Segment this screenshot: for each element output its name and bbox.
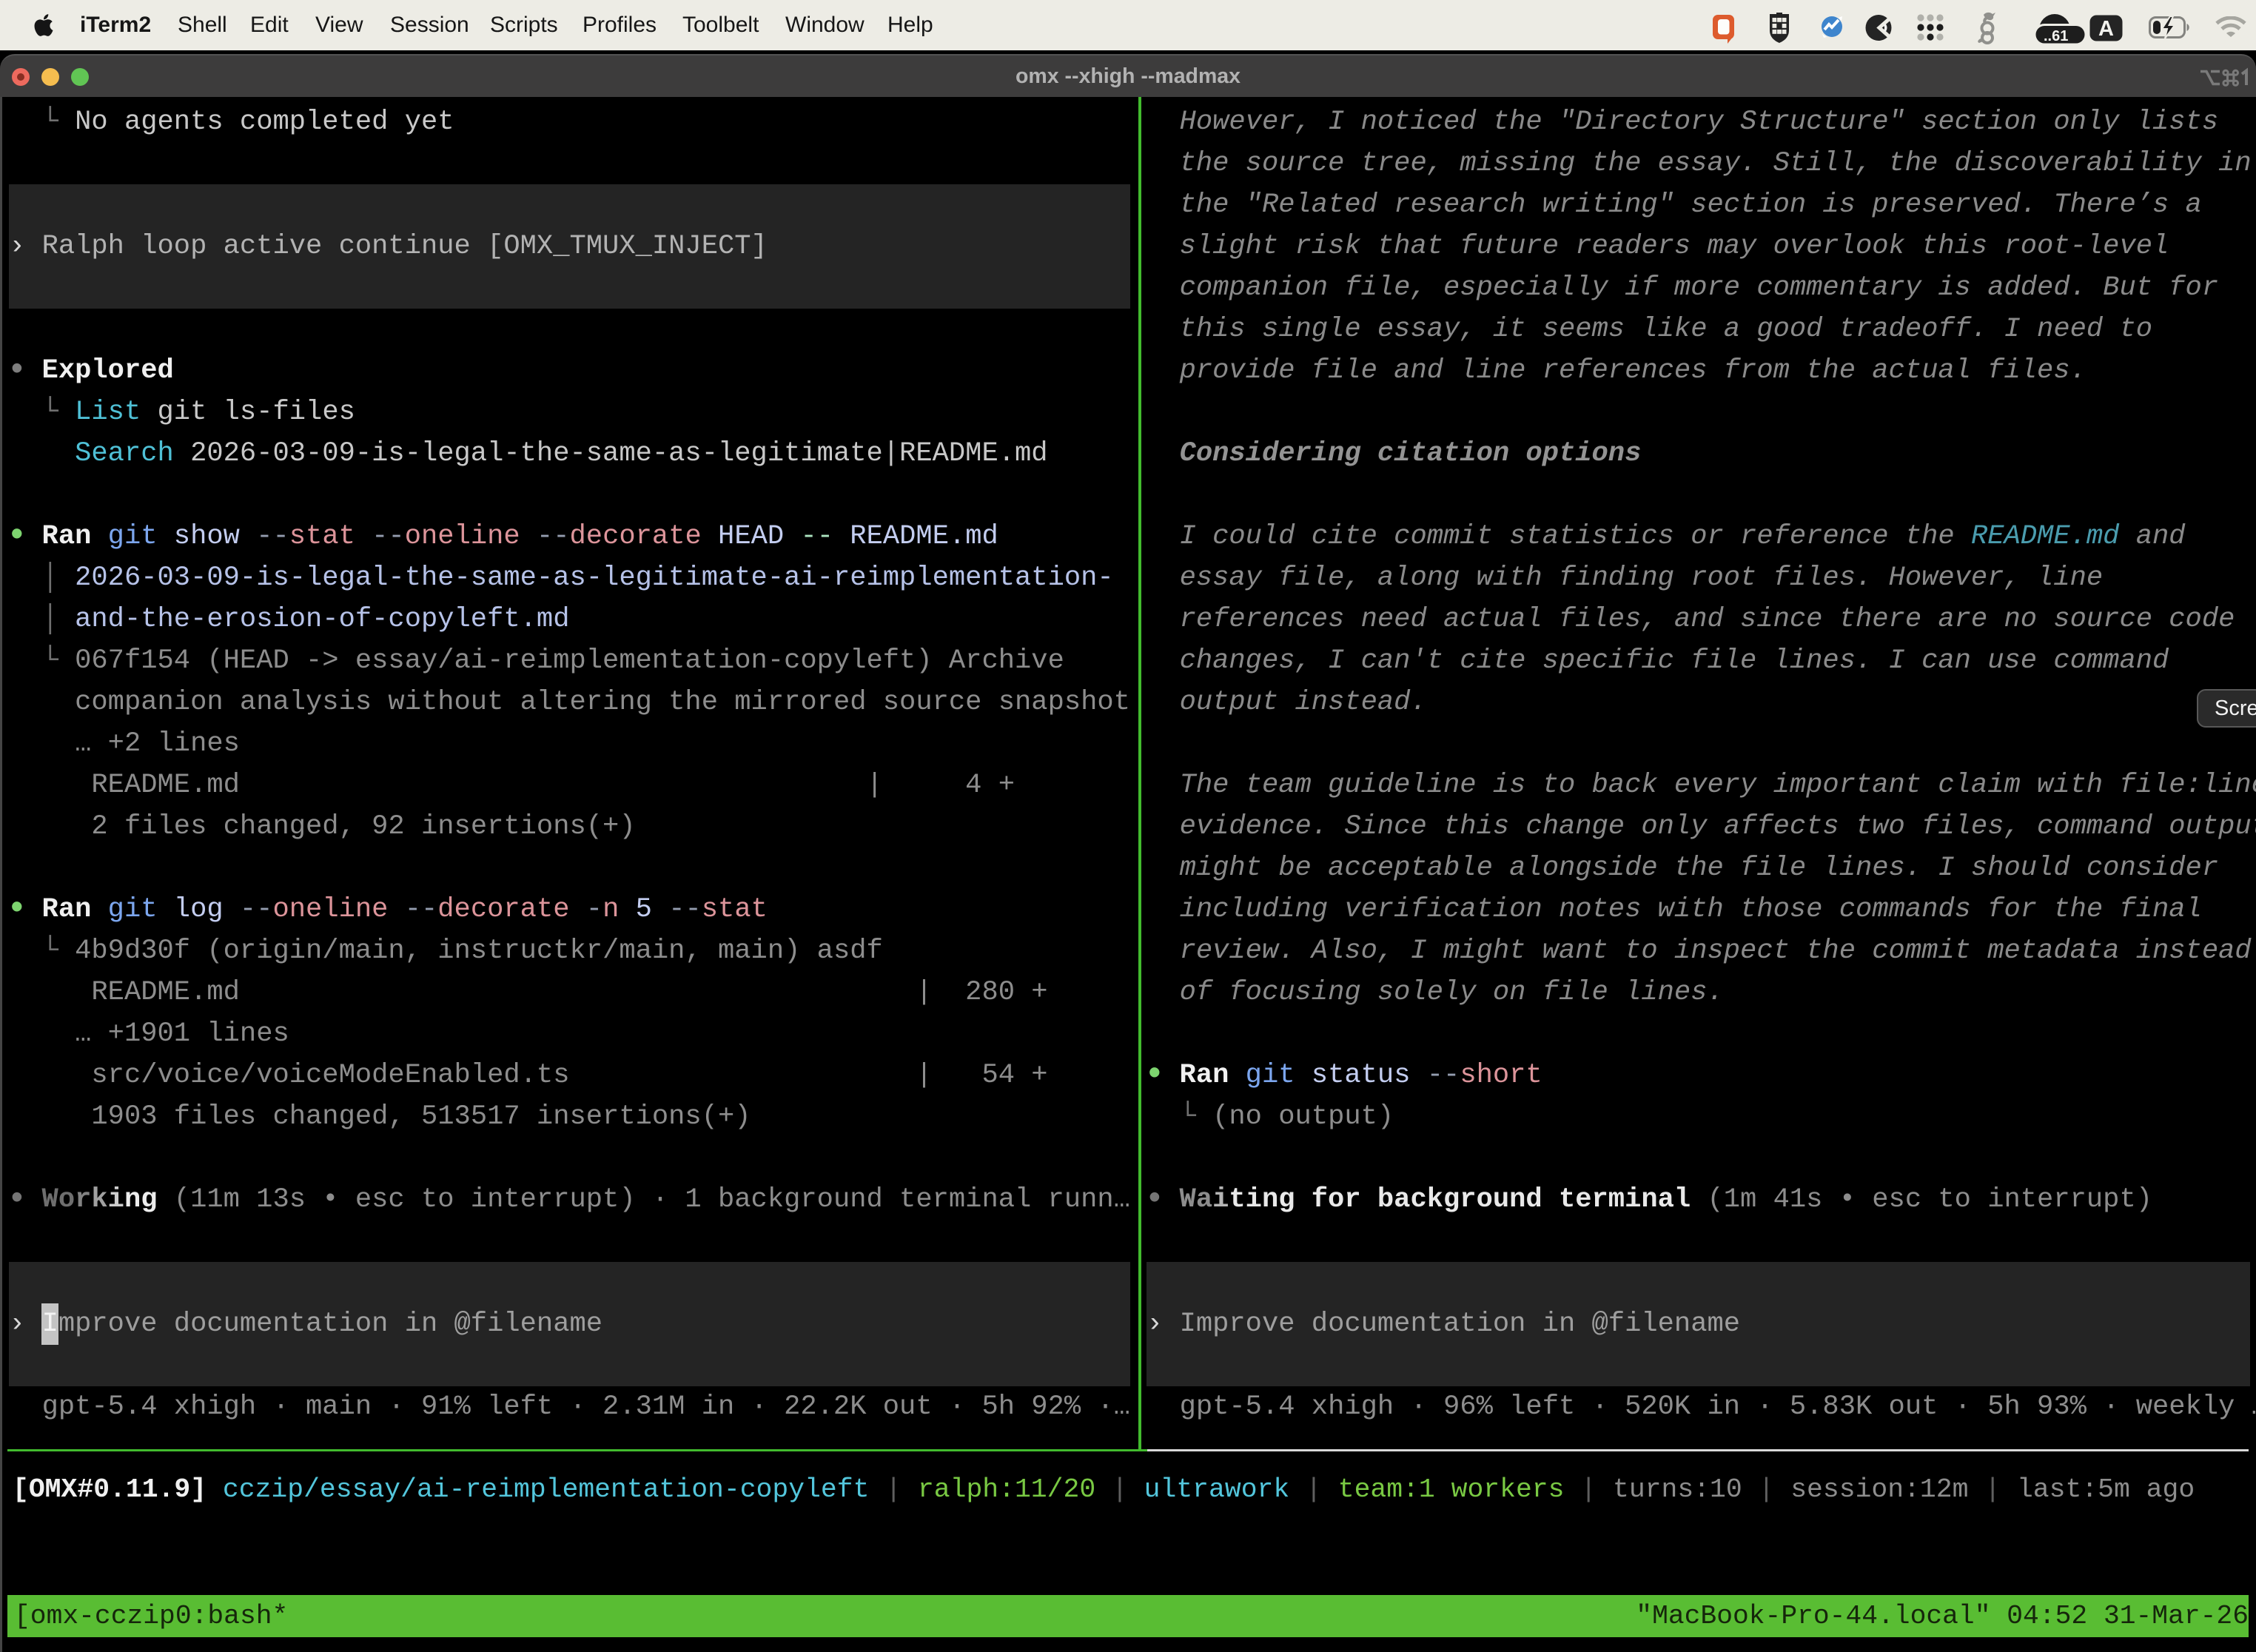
svg-text:..61: ..61 [2044, 28, 2068, 44]
svg-text:A: A [2098, 17, 2114, 41]
